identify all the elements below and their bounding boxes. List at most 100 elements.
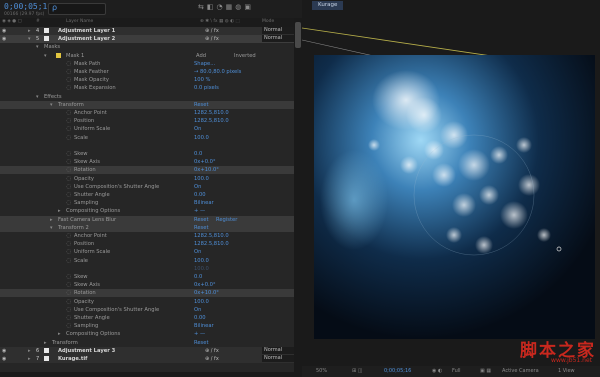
layer-row[interactable]: ◉ ▸ 4 Adjustment Layer 1 ⊕ / fx Normal	[0, 27, 294, 35]
property-group[interactable]: ▾ Masks	[0, 43, 294, 51]
add-icon[interactable]: + —	[194, 207, 205, 215]
effect-name[interactable]: Fast Camera Lens Blur	[58, 216, 116, 224]
frame-blending-icon[interactable]: ▦	[226, 3, 236, 11]
effect-name[interactable]: Transform	[58, 101, 84, 109]
layer-row[interactable]: ◉ ▾ 5 Adjustment Layer 2 ⊕ / fx Normal	[0, 35, 294, 44]
stopwatch-icon[interactable]: ◌	[66, 199, 71, 207]
twirl-icon[interactable]: ▸	[28, 355, 31, 363]
property-value[interactable]: → 80.0,80.0 pixels	[194, 68, 241, 76]
mask-inverted-checkbox[interactable]: Inverted	[234, 52, 256, 60]
fx-icon[interactable]: ⊕ / fx	[205, 355, 219, 363]
transform-group[interactable]: Transform	[52, 339, 78, 347]
stopwatch-icon[interactable]: ◌	[66, 306, 71, 314]
property-value[interactable]: 100.0	[194, 134, 209, 142]
reset-link[interactable]: Reset	[194, 224, 209, 232]
stopwatch-icon[interactable]: ◌	[66, 60, 71, 68]
mask-row[interactable]: ▾ Mask 1 Add Inverted	[0, 52, 294, 60]
eye-icon[interactable]: ◉	[2, 27, 6, 35]
layer-name[interactable]: Kurage.tif	[58, 355, 87, 363]
property-row[interactable]: ◌ Mask Path Shape...	[0, 60, 294, 68]
view-layout-dropdown[interactable]: 1 View	[558, 366, 575, 377]
twirl-icon[interactable]: ▾	[50, 101, 53, 109]
stopwatch-icon[interactable]: ◌	[66, 125, 71, 133]
twirl-icon[interactable]: ▸	[44, 339, 47, 347]
property-row[interactable]: 100.0	[0, 265, 294, 273]
property-row[interactable]: ◌ Skew 0.0	[0, 150, 294, 158]
reset-link[interactable]: Reset	[194, 101, 209, 109]
compositing-options[interactable]: Compositing Options	[66, 330, 120, 338]
blend-mode-dropdown[interactable]: Normal	[262, 355, 294, 362]
timecode-display[interactable]: 0;00;05;16	[4, 2, 52, 11]
stopwatch-icon[interactable]: ◌	[66, 298, 71, 306]
property-value[interactable]: 0.0	[194, 150, 202, 158]
graph-editor-icon[interactable]: ▣	[244, 3, 254, 11]
property-row[interactable]: ◌ Mask Feather → 80.0,80.0 pixels	[0, 68, 294, 76]
property-value[interactable]: 0.0	[194, 273, 202, 281]
property-value[interactable]: 100 %	[194, 76, 210, 84]
property-row[interactable]: ◌ Scale 100.0	[0, 134, 294, 142]
property-row[interactable]: ◌ Opacity 100.0	[0, 175, 294, 183]
property-row[interactable]: ◌ Mask Opacity 100 %	[0, 76, 294, 84]
twirl-icon[interactable]: ▾	[28, 35, 31, 43]
fx-icon[interactable]: ⊕ / fx	[205, 35, 219, 43]
horizontal-scrollbar[interactable]	[0, 372, 302, 377]
compositing-options[interactable]: Compositing Options	[66, 207, 120, 215]
stopwatch-icon[interactable]: ◌	[66, 76, 71, 84]
viewer-timecode[interactable]: 0;00;05;16	[384, 366, 411, 377]
stopwatch-icon[interactable]: ◌	[66, 150, 71, 158]
property-row[interactable]: ◌ Sampling Bilinear	[0, 322, 294, 330]
effect-row[interactable]: ▸ Fast Camera Lens Blur Reset Register	[0, 215, 294, 224]
resolution-dropdown[interactable]: Full	[452, 366, 461, 377]
comp-mini-flowchart-icon[interactable]: ⇆	[198, 3, 207, 11]
twirl-icon[interactable]: ▸	[50, 216, 53, 224]
effects-group[interactable]: Effects	[44, 93, 62, 101]
fx-icon[interactable]: ⊕ / fx	[205, 347, 219, 355]
property-value[interactable]: 1282.5,810.0	[194, 117, 229, 125]
stopwatch-icon[interactable]: ◌	[66, 289, 71, 297]
camera-snapshot-icon[interactable]: ◉ ◐	[432, 366, 442, 377]
eye-icon[interactable]: ◉	[2, 35, 6, 43]
twirl-icon[interactable]: ▾	[36, 43, 39, 51]
stopwatch-icon[interactable]: ◌	[66, 257, 71, 265]
reset-link[interactable]: Reset	[194, 339, 209, 347]
property-value[interactable]: 0x+0.0°	[194, 158, 216, 166]
property-value[interactable]: On	[194, 248, 201, 256]
property-row[interactable]: ◌ Opacity 100.0	[0, 298, 294, 306]
property-row[interactable]: ◌ Use Composition's Shutter Angle On	[0, 306, 294, 314]
property-value[interactable]: On	[194, 183, 201, 191]
reset-link[interactable]: Reset	[194, 216, 209, 224]
property-value[interactable]: 0x+10.0°	[194, 166, 219, 174]
stopwatch-icon[interactable]: ◌	[66, 248, 71, 256]
twirl-icon[interactable]: ▾	[50, 224, 53, 232]
mask-name[interactable]: Mask 1	[66, 52, 84, 60]
stopwatch-icon[interactable]: ◌	[66, 175, 71, 183]
property-row[interactable]: ◌ Shutter Angle 0.00	[0, 191, 294, 199]
compositing-row[interactable]: ▸ Compositing Options + —	[0, 330, 294, 338]
property-value[interactable]: 1282.5,810.0	[194, 109, 229, 117]
camera-dropdown[interactable]: Active Camera	[502, 366, 539, 377]
stopwatch-icon[interactable]: ◌	[66, 314, 71, 322]
layer-name[interactable]: Adjustment Layer 1	[58, 27, 115, 35]
vertical-scrollbar[interactable]	[294, 18, 302, 373]
property-row[interactable]: ◌ Scale 100.0	[0, 257, 294, 265]
blend-mode-dropdown[interactable]: Normal	[262, 346, 294, 354]
effect-row[interactable]: ▾ Transform 2 Reset	[0, 223, 294, 232]
property-group[interactable]: ▾ Effects	[0, 93, 294, 101]
twirl-icon[interactable]: ▸	[58, 330, 61, 338]
property-row[interactable]: ◌ Skew Axis 0x+0.0°	[0, 158, 294, 166]
blend-mode-dropdown[interactable]: Normal	[262, 35, 294, 43]
property-row[interactable]: ◌ Position 1282.5,810.0	[0, 117, 294, 125]
property-row[interactable]: ◌ Sampling Bilinear	[0, 199, 294, 207]
stopwatch-icon[interactable]: ◌	[66, 322, 71, 330]
masks-group[interactable]: Masks	[44, 43, 60, 51]
property-row[interactable]: ◌ Rotation 0x+10.0°	[0, 289, 294, 298]
fx-icon[interactable]: ⊕ / fx	[205, 27, 219, 35]
stopwatch-icon[interactable]: ◌	[66, 281, 71, 289]
twirl-icon[interactable]: ▸	[58, 207, 61, 215]
property-value[interactable]: 100.0	[194, 257, 209, 265]
twirl-icon[interactable]: ▾	[44, 52, 47, 60]
stopwatch-icon[interactable]: ◌	[66, 240, 71, 248]
property-row[interactable]: ◌ Anchor Point 1282.5,810.0	[0, 232, 294, 240]
property-value[interactable]: Shape...	[194, 60, 215, 68]
layer-name-column[interactable]: Layer Name	[66, 19, 93, 24]
